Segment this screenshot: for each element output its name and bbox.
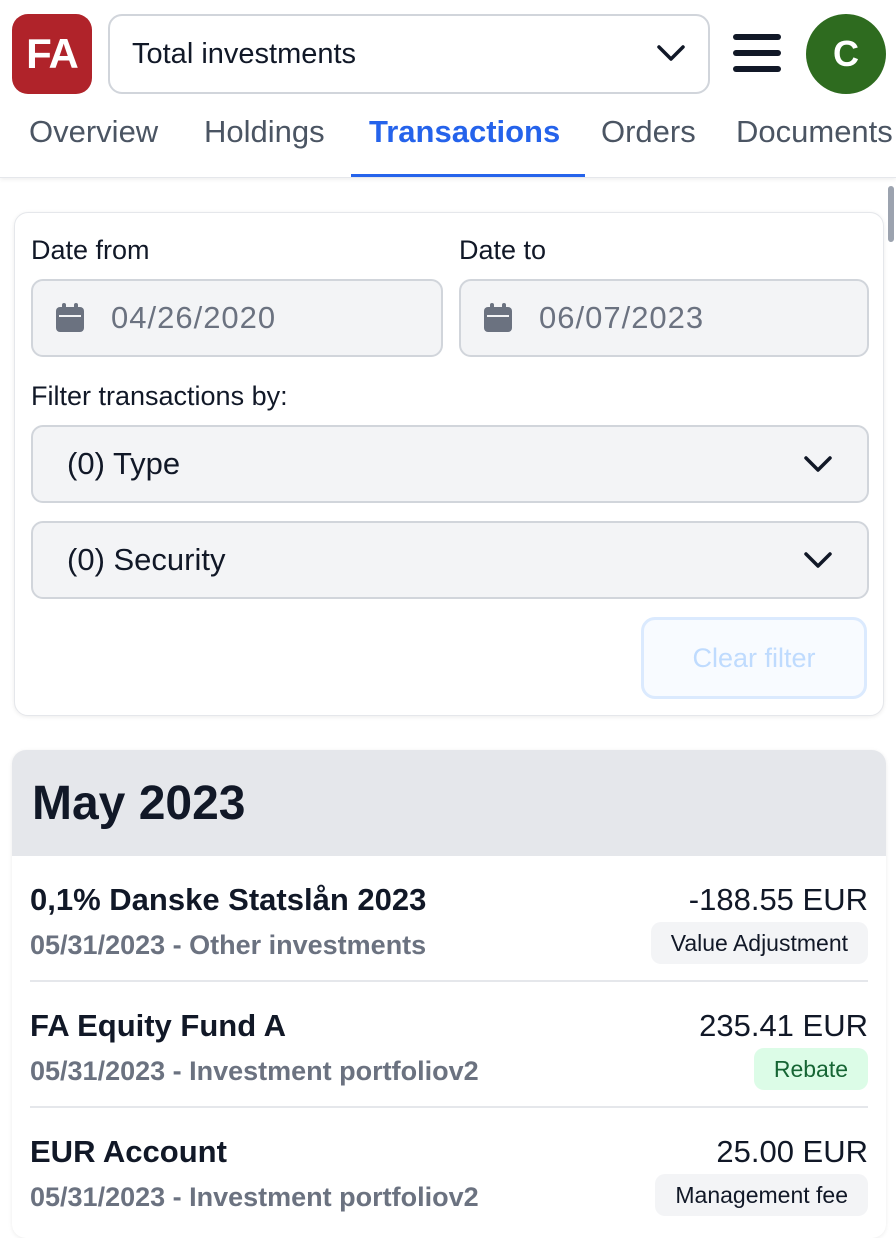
list-item[interactable]: FA Equity Fund A 05/31/2023 - Investment… [30,982,868,1108]
transaction-date-portfolio: 05/31/2023 - Other investments [30,930,427,960]
transaction-security-name: 0,1% Danske Statslån 2023 [30,882,427,917]
tab-holdings[interactable]: Holdings [204,114,325,150]
calendar-icon [56,303,84,332]
date-from-label: Date from [31,235,150,265]
calendar-icon [484,303,512,332]
chevron-down-icon [803,446,833,482]
type-select-value: (0) Type [67,446,181,481]
transaction-date-portfolio: 05/31/2023 - Investment portfoliov2 [30,1182,479,1212]
transactions-list: May 2023 0,1% Danske Statslån 2023 05/31… [12,750,886,1238]
scrollbar-thumb[interactable] [888,186,894,242]
clear-filter-button[interactable]: Clear filter [641,617,867,699]
transaction-type-badge: Management fee [655,1174,868,1216]
filter-by-label: Filter transactions by: [31,381,288,411]
security-select-value: (0) Security [67,542,226,577]
month-heading: May 2023 [12,750,886,856]
transaction-amount: -188.55 EUR [688,882,868,917]
security-select[interactable]: (0) Security [31,521,869,599]
date-to-value: 06/07/2023 [539,300,705,335]
list-item[interactable]: EUR Account 05/31/2023 - Investment port… [30,1108,868,1234]
tab-transactions[interactable]: Transactions [369,114,560,150]
filter-panel: Date from Date to 04/26/2020 06/07/2023 … [14,212,884,716]
transaction-type-badge: Value Adjustment [650,922,868,964]
tab-overview[interactable]: Overview [29,114,158,150]
app-header: FA Total investments C Overview Holdings… [0,0,896,178]
tab-bar: Overview Holdings Transactions Orders Do… [0,104,896,178]
tab-documents[interactable]: Documents [736,114,893,150]
transaction-amount: 25.00 EUR [716,1134,868,1169]
date-from-input[interactable]: 04/26/2020 [31,279,443,357]
chevron-down-icon [656,38,686,71]
avatar[interactable]: C [806,14,886,94]
list-item[interactable]: 0,1% Danske Statslån 2023 05/31/2023 - O… [30,856,868,982]
transaction-amount: 235.41 EUR [699,1008,868,1043]
fa-logo[interactable]: FA [12,14,92,94]
transaction-type-badge: Rebate [753,1048,868,1090]
active-tab-indicator [351,174,585,177]
tab-orders[interactable]: Orders [601,114,696,150]
portfolio-selector[interactable]: Total investments [108,14,710,94]
type-select[interactable]: (0) Type [31,425,869,503]
transaction-security-name: FA Equity Fund A [30,1008,287,1043]
date-to-input[interactable]: 06/07/2023 [459,279,869,357]
chevron-down-icon [803,542,833,578]
transaction-security-name: EUR Account [30,1134,227,1169]
menu-icon[interactable] [733,34,783,74]
transaction-date-portfolio: 05/31/2023 - Investment portfoliov2 [30,1056,479,1086]
date-to-label: Date to [459,235,547,265]
portfolio-selector-value: Total investments [132,37,357,70]
date-from-value: 04/26/2020 [111,300,277,335]
